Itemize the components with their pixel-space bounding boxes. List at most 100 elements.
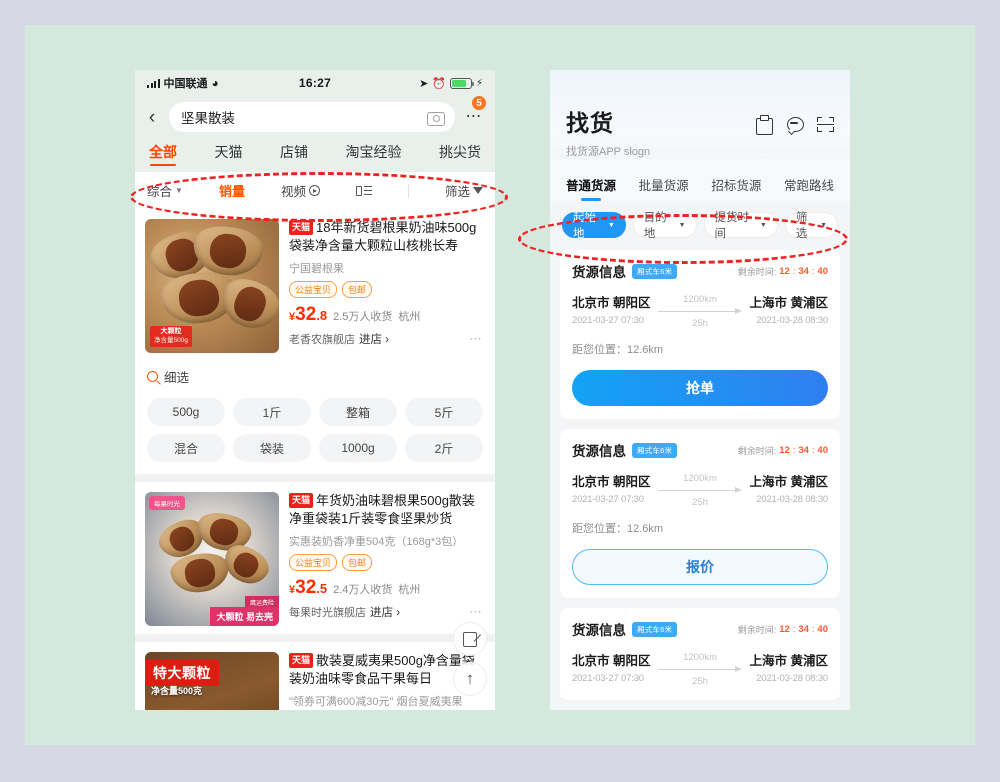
product-subtitle: "领券可满600减30元" 烟台夏威夷果 bbox=[289, 695, 463, 708]
tab-premium-goods[interactable]: 挑尖货 bbox=[439, 142, 481, 166]
refine-chip[interactable]: 袋装 bbox=[233, 434, 311, 462]
tab-shops[interactable]: 店铺 bbox=[280, 142, 308, 166]
product-title[interactable]: 天猫 18年新货碧根果奶油味500g袋装净含量大颗粒山核桃长寿 bbox=[289, 219, 485, 256]
product-tags: 公益宝贝 包邮 bbox=[289, 553, 485, 571]
scan-icon[interactable] bbox=[817, 116, 834, 133]
message-icon[interactable] bbox=[786, 116, 804, 136]
cargo-card[interactable]: 货源信息 厢式车6米 剩余时间: 12:34:40 北京市 朝阳区 2021-0… bbox=[560, 250, 840, 419]
funnel-icon bbox=[472, 187, 483, 194]
tab-frequent-routes[interactable]: 常跑路线 bbox=[784, 175, 834, 201]
product-more-icon[interactable]: ⋯ bbox=[469, 604, 483, 620]
product-image[interactable]: 每果时光 鹰运费险 大颗粒 易去壳 bbox=[145, 492, 279, 626]
tab-tmall[interactable]: 天猫 bbox=[215, 142, 243, 166]
section-divider bbox=[135, 634, 495, 642]
product-title[interactable]: 天猫 年货奶油味碧根果500g散装净重袋装1斤装零食坚果炒货 bbox=[289, 492, 485, 529]
product-card[interactable]: 大颗粒 净含量500g 天猫 18年新货碧根果奶油味500g袋装净含量大颗粒山核桃… bbox=[135, 209, 495, 361]
refine-chip[interactable]: 混合 bbox=[147, 434, 225, 462]
route-summary: 北京市 朝阳区 2021-03-27 07:30 1200km 25h 上海市 … bbox=[572, 471, 828, 508]
tag-free-shipping: 包邮 bbox=[342, 280, 373, 298]
product-image[interactable]: 特大颗粒 净含量500克 bbox=[145, 652, 279, 710]
enter-shop-link[interactable]: 进店 › bbox=[359, 331, 389, 347]
grab-order-button[interactable]: 抢单 bbox=[572, 370, 828, 406]
product-title-text: 散装夏威夷果500g净含量袋装奶油味零食品干果每日 bbox=[289, 653, 475, 687]
sort-sales[interactable]: 销量 bbox=[219, 181, 245, 200]
countdown-timer: 剩余时间: 12:34:40 bbox=[737, 623, 828, 635]
product-image-feature-tag: 大颗粒 易去壳 bbox=[210, 607, 279, 626]
origin-city: 北京市 朝阳区 bbox=[572, 475, 651, 489]
section-divider bbox=[135, 474, 495, 482]
search-input[interactable]: 坚果散装 bbox=[169, 102, 455, 132]
play-circle-icon bbox=[308, 185, 320, 196]
cargo-card[interactable]: 货源信息 厢式车6米 剩余时间: 12:34:40 北京市 朝阳区 2021-0… bbox=[560, 608, 840, 700]
refine-chip[interactable]: 整箱 bbox=[319, 398, 397, 426]
route-duration: 25h bbox=[692, 497, 708, 508]
origin-time: 2021-03-27 07:30 bbox=[572, 673, 644, 684]
sort-comprehensive[interactable]: 综合 ▼ bbox=[147, 181, 183, 200]
tab-normal-source[interactable]: 普通货源 bbox=[566, 175, 616, 201]
status-time: 16:27 bbox=[298, 76, 332, 90]
search-row: ‹ 坚果散装 5 ⋯ bbox=[135, 95, 495, 140]
vehicle-type-badge: 厢式车6米 bbox=[632, 442, 678, 458]
filter-more-label: 筛选 bbox=[795, 212, 808, 240]
refine-chip[interactable]: 500g bbox=[147, 398, 225, 426]
destination-time: 2021-03-28 08:30 bbox=[756, 315, 828, 326]
refine-chip[interactable]: 1000g bbox=[319, 434, 397, 462]
timer-hours: 12 bbox=[779, 265, 790, 277]
back-chevron-icon[interactable]: ‹ bbox=[143, 108, 161, 127]
filter-more[interactable]: 筛选 ▼ bbox=[784, 212, 838, 240]
tmall-badge: 天猫 bbox=[289, 493, 314, 508]
category-tabs: 全部 天猫 店铺 淘宝经验 挑尖货 bbox=[135, 140, 495, 172]
battery-icon bbox=[449, 77, 474, 89]
filter-pickup-time[interactable]: 提货时间 ▼ bbox=[703, 212, 778, 240]
sort-filter[interactable]: 筛选 bbox=[445, 181, 483, 200]
destination-time: 2021-03-28 08:30 bbox=[756, 673, 828, 684]
route-arrow-icon bbox=[658, 486, 742, 496]
notification-badge: 5 bbox=[471, 95, 487, 111]
tab-bulk-source[interactable]: 批量货源 bbox=[639, 175, 689, 201]
cargo-card-title: 货源信息 bbox=[572, 623, 626, 638]
header-icon-group bbox=[755, 115, 834, 136]
filter-destination[interactable]: 目的地 ▼ bbox=[632, 212, 697, 240]
timer-minutes: 34 bbox=[798, 444, 809, 456]
signal-bars-icon bbox=[147, 78, 160, 88]
tab-taobao-experience[interactable]: 淘宝经验 bbox=[346, 142, 402, 166]
route-summary: 北京市 朝阳区 2021-03-27 07:30 1200km 25h 上海市 … bbox=[572, 650, 828, 687]
product-image-badge: 大颗粒 净含量500g bbox=[150, 326, 192, 347]
origin-time: 2021-03-27 07:30 bbox=[572, 494, 644, 505]
product-card[interactable]: 特大颗粒 净含量500克 天猫 散装夏威夷果500g净含量袋装奶油味零食品干果每日… bbox=[135, 642, 495, 710]
sort-video[interactable]: 视频 bbox=[281, 181, 320, 200]
shop-row[interactable]: 老香农旗舰店 进店 › ⋯ bbox=[289, 331, 485, 347]
feedback-fab[interactable] bbox=[453, 622, 487, 656]
timer-seconds: 40 bbox=[817, 265, 828, 277]
tab-all[interactable]: 全部 bbox=[149, 142, 177, 166]
more-menu-button[interactable]: 5 ⋯ bbox=[463, 95, 487, 126]
source-type-tabs: 普通货源 批量货源 招标货源 常跑路线 bbox=[550, 159, 850, 201]
filter-origin[interactable]: 起始地 ▼ bbox=[562, 212, 626, 240]
refine-chip[interactable]: 1斤 bbox=[233, 398, 311, 426]
shop-row[interactable]: 每果时光旗舰店 进店 › ⋯ bbox=[289, 604, 485, 620]
clipboard-icon[interactable] bbox=[755, 115, 773, 135]
camera-icon[interactable] bbox=[427, 110, 445, 126]
distance-from-you: 距您位置：12.6km bbox=[572, 344, 664, 356]
tab-bidding-source[interactable]: 招标货源 bbox=[711, 175, 761, 201]
product-image[interactable]: 大颗粒 净含量500g bbox=[145, 219, 279, 353]
product-city: 杭州 bbox=[398, 583, 421, 596]
cargo-card[interactable]: 货源信息 厢式车6米 剩余时间: 12:34:40 北京市 朝阳区 2021-0… bbox=[560, 429, 840, 598]
caret-down-icon: ▼ bbox=[607, 221, 615, 229]
quote-button[interactable]: 报价 bbox=[572, 549, 828, 585]
status-bar: 中国联通 ◕ 16:27 ➤ ⏰ ⚡ bbox=[135, 70, 495, 96]
timer-seconds: 40 bbox=[817, 444, 828, 456]
sort-filter-bar: 综合 ▼ 销量 视频 筛选 bbox=[135, 172, 495, 209]
view-mode-toggle[interactable] bbox=[355, 185, 372, 196]
arrow-up-icon: ↑ bbox=[465, 669, 475, 688]
product-title-text: 18年新货碧根果奶油味500g袋装净含量大颗粒山核桃长寿 bbox=[289, 220, 477, 254]
scroll-top-fab[interactable]: ↑ bbox=[453, 662, 487, 696]
search-query-text: 坚果散装 bbox=[181, 111, 235, 126]
refine-chip[interactable]: 5斤 bbox=[405, 398, 483, 426]
destination-time: 2021-03-28 08:30 bbox=[756, 494, 828, 505]
refine-chip[interactable]: 2斤 bbox=[405, 434, 483, 462]
product-more-icon[interactable]: ⋯ bbox=[469, 331, 483, 347]
product-card[interactable]: 每果时光 鹰运费险 大颗粒 易去壳 天猫 年货奶油味碧根果500g散装净重袋装1斤… bbox=[135, 482, 495, 634]
route-summary: 北京市 朝阳区 2021-03-27 07:30 1200km 25h 上海市 … bbox=[572, 292, 828, 329]
enter-shop-link[interactable]: 进店 › bbox=[370, 604, 400, 620]
